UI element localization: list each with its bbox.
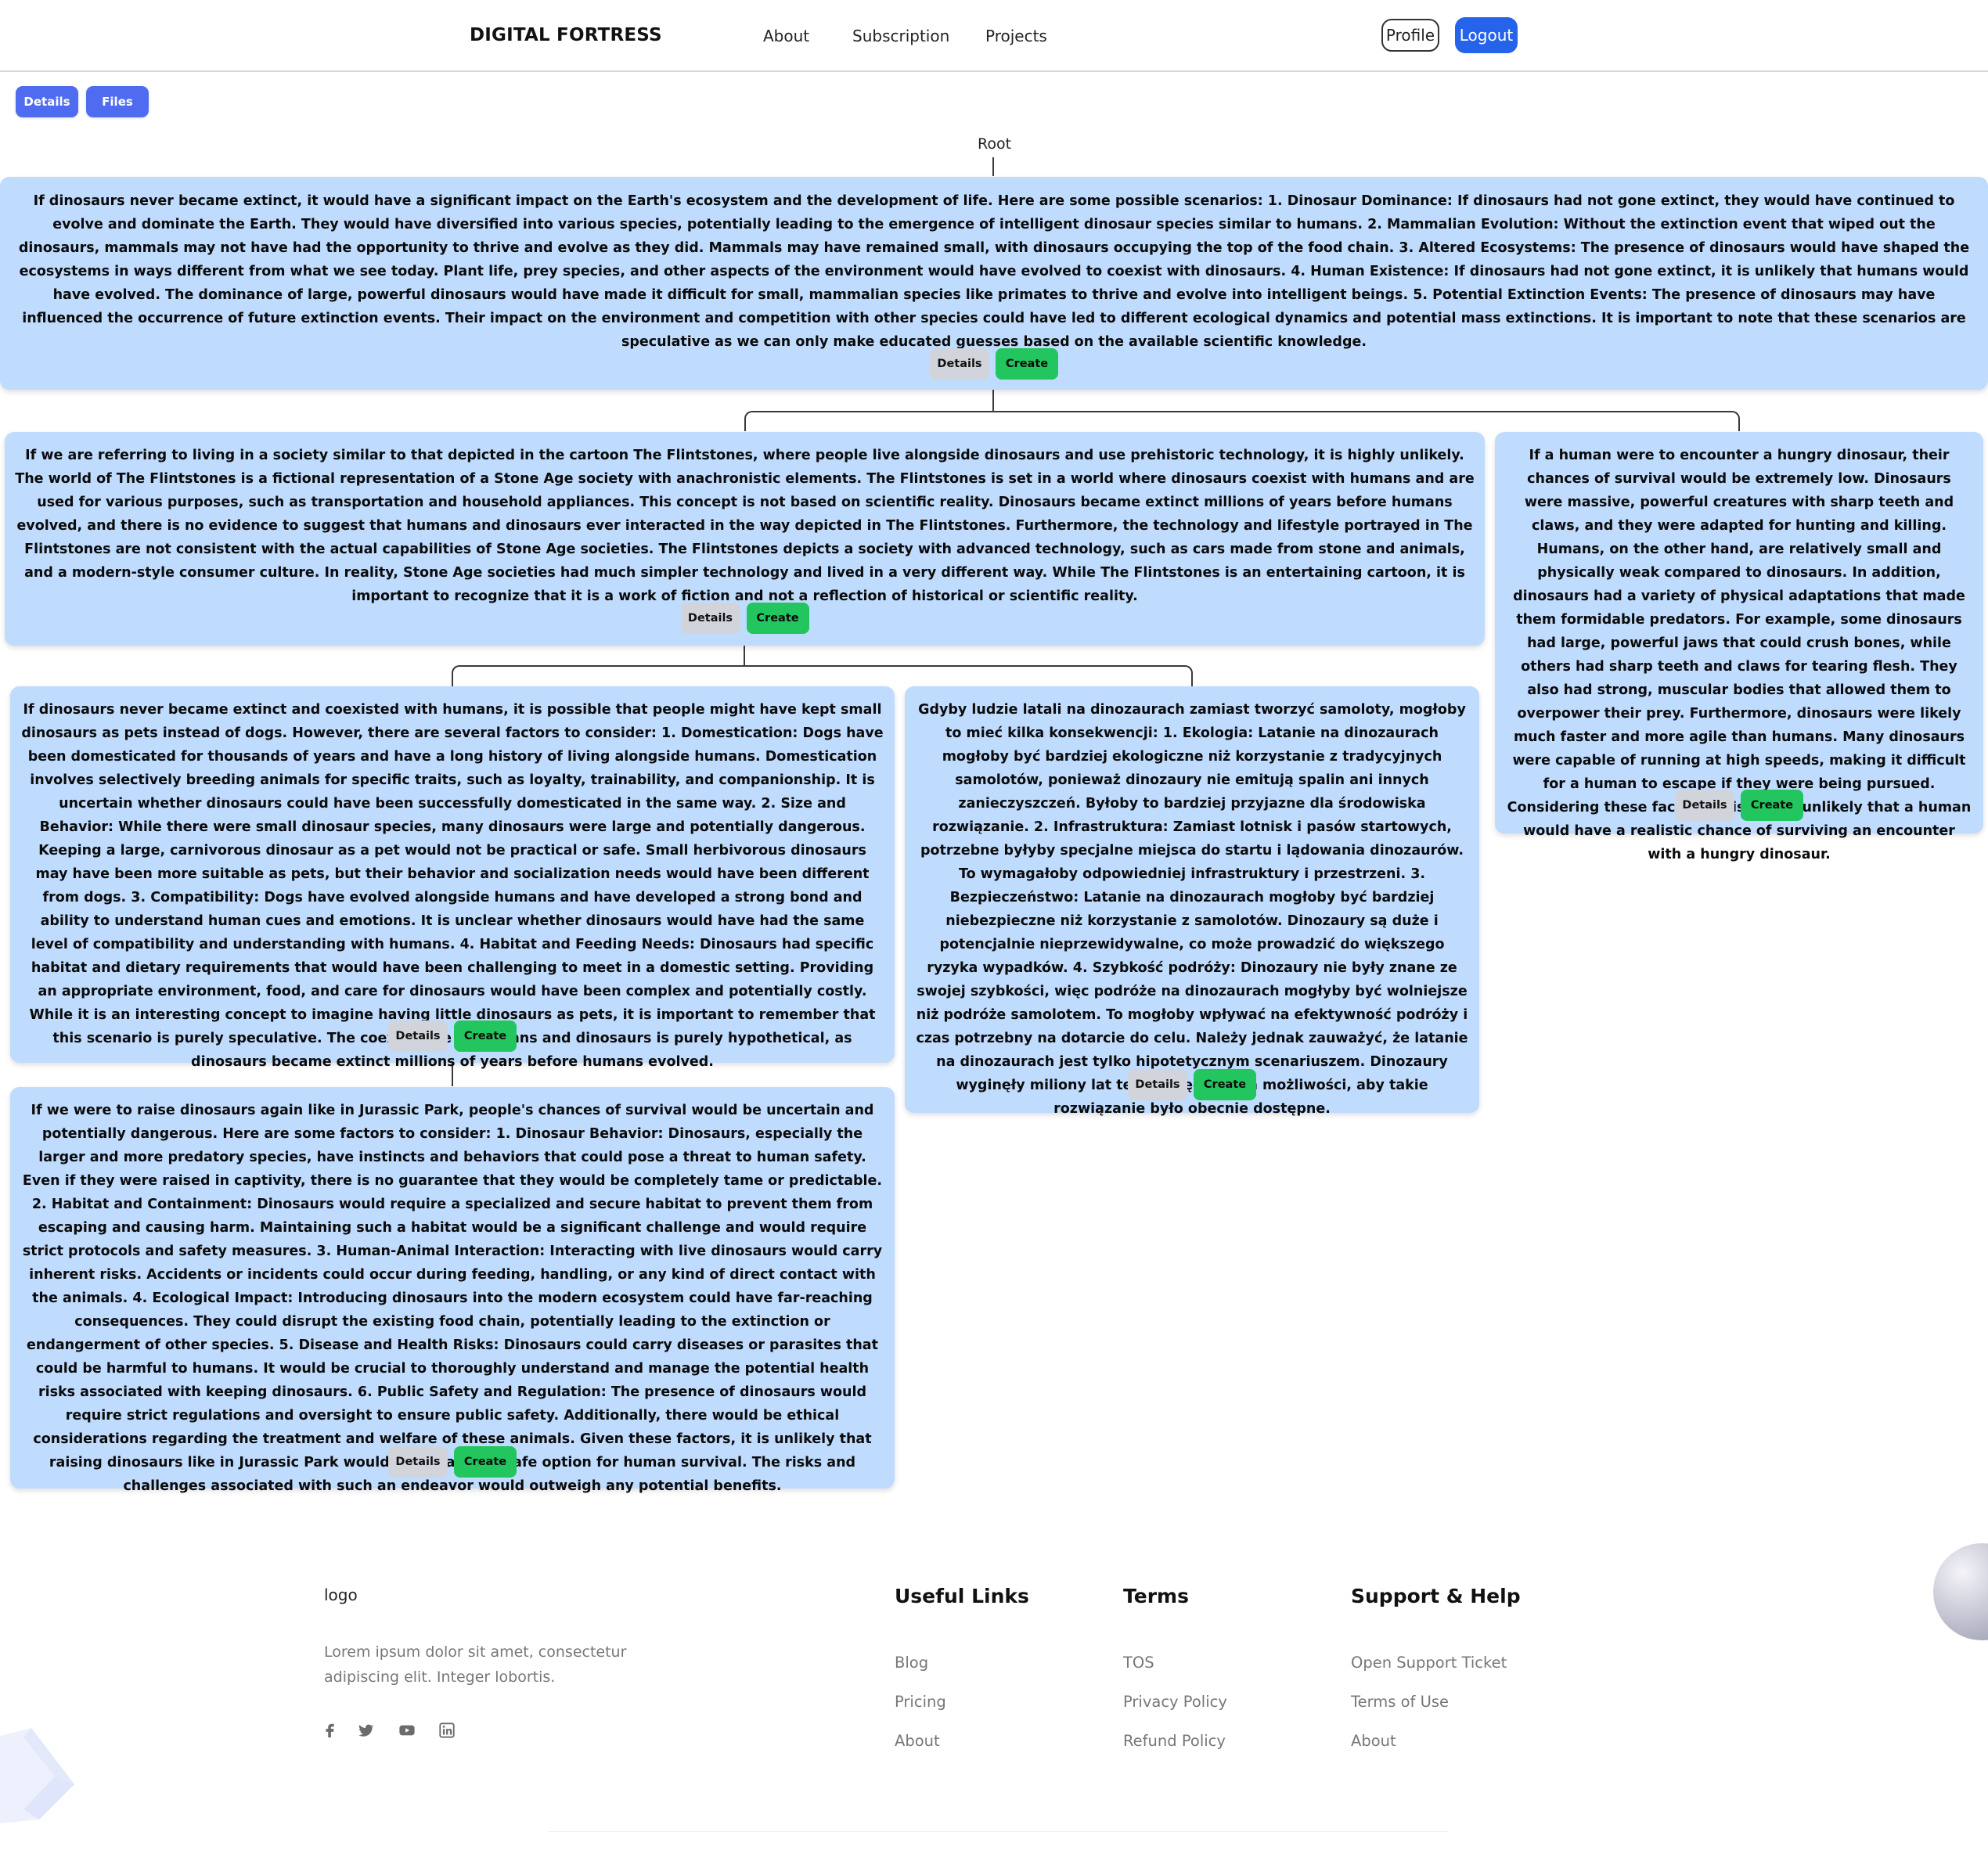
node-create-button[interactable]: Create xyxy=(996,348,1058,380)
linkedin-icon[interactable] xyxy=(438,1722,456,1739)
node-text: If we are referring to living in a socie… xyxy=(15,448,1475,604)
tree-node: Gdyby ludzie latali na dinozaurach zamia… xyxy=(905,686,1479,1117)
connector-branch xyxy=(744,411,1740,431)
tree-root-label: Root xyxy=(978,135,1012,153)
tree-node: If a human were to encounter a hungry di… xyxy=(1495,432,1983,862)
footer-title-support-help: Support & Help xyxy=(1351,1585,1521,1607)
footer-link-support-about[interactable]: About xyxy=(1351,1732,1396,1750)
logout-button[interactable]: Logout xyxy=(1455,17,1518,53)
node-text: If we were to raise dinosaurs again like… xyxy=(22,1103,883,1494)
connector-line xyxy=(992,390,994,411)
youtube-icon[interactable] xyxy=(398,1722,416,1739)
node-details-button[interactable]: Details xyxy=(1128,1069,1187,1100)
node-details-button[interactable]: Details xyxy=(388,1446,448,1478)
top-navbar: DIGITAL FORTRESS About Subscription Proj… xyxy=(0,0,1988,72)
footer-link-blog[interactable]: Blog xyxy=(895,1654,928,1672)
twitter-icon[interactable] xyxy=(357,1722,374,1739)
node-actions: Details Create xyxy=(10,1446,895,1478)
node-text: Gdyby ludzie latali na dinozaurach zamia… xyxy=(916,702,1468,1117)
footer-link-terms-of-use[interactable]: Terms of Use xyxy=(1351,1693,1449,1711)
decorative-sphere xyxy=(1933,1543,1988,1640)
footer-link-tos[interactable]: TOS xyxy=(1123,1654,1154,1672)
connector-line xyxy=(992,157,994,176)
facebook-icon[interactable] xyxy=(322,1722,339,1739)
footer-link-privacy-policy[interactable]: Privacy Policy xyxy=(1123,1693,1227,1711)
nav-projects[interactable]: Projects xyxy=(985,27,1047,45)
node-create-button[interactable]: Create xyxy=(1741,790,1803,821)
decorative-cube xyxy=(0,1728,74,1823)
details-tab-button[interactable]: Details xyxy=(16,86,78,117)
footer-link-pricing[interactable]: Pricing xyxy=(895,1693,946,1711)
node-actions: Details Create xyxy=(5,603,1485,634)
node-text: If dinosaurs never became extinct, it wo… xyxy=(18,193,1970,350)
node-create-button[interactable]: Create xyxy=(1194,1069,1256,1100)
footer-link-open-support-ticket[interactable]: Open Support Ticket xyxy=(1351,1654,1507,1672)
node-create-button[interactable]: Create xyxy=(454,1020,517,1052)
brand-logo[interactable]: DIGITAL FORTRESS xyxy=(470,25,662,45)
nav-about[interactable]: About xyxy=(763,27,809,45)
tree-node: If dinosaurs never became extinct, it wo… xyxy=(0,177,1988,390)
profile-button[interactable]: Profile xyxy=(1381,19,1439,52)
node-actions: Details Create xyxy=(905,1069,1479,1100)
node-actions: Details Create xyxy=(0,348,1988,380)
connector-line xyxy=(744,646,745,666)
footer-title-terms: Terms xyxy=(1123,1585,1189,1607)
tree-node: If dinosaurs never became extinct and co… xyxy=(10,686,895,1070)
footer-divider xyxy=(548,1831,1448,1832)
node-details-button[interactable]: Details xyxy=(930,348,989,380)
nav-subscription[interactable]: Subscription xyxy=(852,27,949,45)
node-create-button[interactable]: Create xyxy=(454,1446,517,1478)
node-text: If dinosaurs never became extinct and co… xyxy=(21,702,884,1070)
tree-node: If we are referring to living in a socie… xyxy=(5,432,1485,646)
footer-link-about[interactable]: About xyxy=(895,1732,940,1750)
connector-branch xyxy=(452,665,1193,686)
footer-description: Lorem ipsum dolor sit amet, consectetur … xyxy=(324,1643,627,1686)
footer-title-useful-links: Useful Links xyxy=(895,1585,1029,1607)
files-tab-button[interactable]: Files xyxy=(86,86,149,117)
node-details-button[interactable]: Details xyxy=(388,1020,448,1052)
node-actions: Details Create xyxy=(10,1020,895,1052)
footer-logo[interactable]: logo xyxy=(324,1586,358,1604)
node-details-button[interactable]: Details xyxy=(680,603,740,634)
node-actions: Details Create xyxy=(1495,790,1983,821)
node-details-button[interactable]: Details xyxy=(1675,790,1734,821)
node-create-button[interactable]: Create xyxy=(746,603,809,634)
tree-node: If we were to raise dinosaurs again like… xyxy=(10,1087,895,1494)
footer-link-refund-policy[interactable]: Refund Policy xyxy=(1123,1732,1226,1750)
